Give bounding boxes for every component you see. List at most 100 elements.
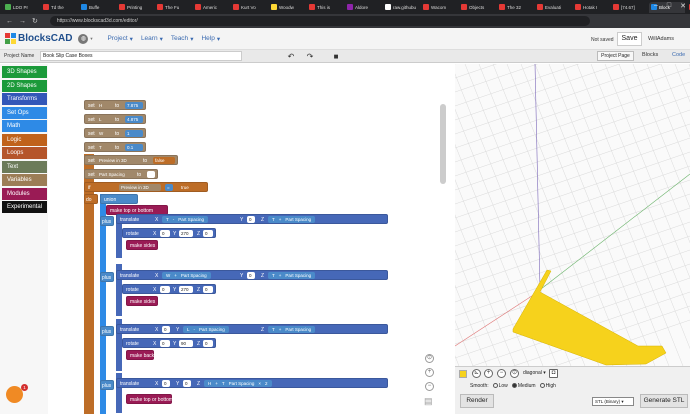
project-name-input[interactable]: Book Slip Case Boxes (40, 51, 242, 61)
category-logic[interactable]: Logic (2, 133, 47, 146)
browser-tab[interactable]: This is (307, 2, 343, 13)
minimize-icon[interactable]: – (654, 2, 658, 10)
project-page-button[interactable]: Project Page (597, 51, 634, 61)
reload-icon[interactable]: ↻ (32, 17, 38, 25)
camera-icon[interactable]: ◘ (549, 369, 558, 378)
category-3d-shapes[interactable]: 3D Shapes (2, 66, 47, 78)
variable-dropdown[interactable]: Preview in 3D (119, 184, 161, 191)
set-variable-block[interactable]: set Wto 1 (84, 128, 146, 138)
variable-dropdown[interactable]: W (97, 130, 111, 137)
set-variable-block[interactable]: set Tto 0.1 (84, 142, 146, 152)
variable-dropdown[interactable]: H (97, 102, 111, 109)
number-field[interactable]: 270 (179, 286, 193, 293)
browser-tab[interactable]: Americ (193, 2, 229, 13)
maximize-icon[interactable]: □ (667, 2, 671, 10)
browser-tab[interactable]: Aldore (345, 2, 381, 13)
math-expression[interactable]: L - Part Spacing (183, 326, 229, 333)
zoom-in-icon[interactable]: + (484, 369, 493, 378)
redo-icon[interactable]: ↷ (302, 51, 318, 61)
tab-blocks[interactable]: Blocks (642, 52, 658, 58)
plus-label[interactable]: plus (100, 216, 114, 226)
translate-block[interactable]: translate X 0 Y L - Part Spacing Z T + Part Spacin… (116, 324, 388, 334)
number-field[interactable]: 0 (203, 230, 213, 237)
smooth-low-radio[interactable]: Low (492, 383, 508, 389)
zoom-in-icon[interactable]: + (425, 368, 434, 377)
browser-tab[interactable]: raw.githubu (383, 2, 419, 13)
category-math[interactable]: Math (2, 120, 47, 132)
menu-project[interactable]: Project ▾ (107, 35, 133, 43)
smooth-high-radio[interactable]: High (539, 383, 556, 389)
module-call-make-sides[interactable]: make sides (126, 240, 158, 250)
number-field[interactable]: 0 (162, 326, 170, 333)
category-2d-shapes[interactable]: 2D Shapes (2, 79, 47, 92)
generate-stl-button[interactable]: Generate STL (640, 394, 688, 408)
operator-dropdown[interactable]: = (165, 184, 173, 191)
zoom-reset-icon[interactable]: ⊙ (425, 354, 434, 363)
plus-label[interactable]: plus (100, 326, 114, 336)
trash-icon[interactable]: ■ (330, 51, 342, 61)
math-expression[interactable]: T + Part Spacing (268, 272, 316, 279)
rotate-block[interactable]: rotate X 0 Y 90 Z 0 (122, 338, 216, 348)
number-field[interactable]: 0 (203, 340, 213, 347)
set-variable-block[interactable]: set Hto 7.875 (84, 100, 146, 110)
back-arrow-icon[interactable]: ← (6, 18, 13, 25)
user-menu[interactable]: WillAdams (648, 36, 674, 42)
browser-tab[interactable]: LDO Pr (3, 2, 39, 13)
number-field[interactable]: 0.1 (125, 144, 143, 151)
translate-block[interactable]: translate X 0 Y 0 Z H + T Part Spacing × 2 (116, 378, 388, 388)
smooth-medium-radio[interactable]: Medium (511, 383, 536, 389)
variable-dropdown[interactable]: Part Spacing (97, 171, 135, 178)
variable-dropdown[interactable]: L (97, 116, 111, 123)
union-block[interactable]: union (100, 194, 138, 204)
view-select[interactable]: diagonal ▾ (523, 370, 546, 376)
browser-tab[interactable]: Kurt Vo (231, 2, 267, 13)
plus-label[interactable]: plus (100, 380, 114, 390)
blockscad-logo[interactable]: BlocksCAD (4, 33, 72, 45)
math-expression[interactable]: T + Part Spacing (268, 326, 316, 333)
number-field[interactable]: 0 (160, 286, 170, 293)
category-set-ops[interactable]: Set Ops (2, 106, 47, 119)
math-expression[interactable]: W + Part Spacing (162, 272, 211, 279)
reset-view-icon[interactable]: ⊙ (510, 369, 519, 378)
address-field[interactable]: https://www.blockscad3d.com/editor/ (49, 16, 590, 26)
undo-icon[interactable]: ↶ (283, 51, 299, 61)
browser-tab[interactable]: The Fu (155, 2, 191, 13)
category-loops[interactable]: Loops (2, 147, 47, 159)
tab-code[interactable]: Code (672, 52, 685, 58)
menu-teach[interactable]: Teach ▾ (171, 35, 194, 43)
browser-tab[interactable]: [74.67] (611, 2, 647, 13)
math-expression[interactable]: T - Part Spacing (162, 216, 209, 223)
number-field[interactable]: 7.875 (125, 102, 143, 109)
browser-tab[interactable]: Woodw (269, 2, 305, 13)
set-variable-block[interactable]: set Lto 4.875 (84, 114, 146, 124)
variable-dropdown[interactable]: Preview in 3D (97, 157, 139, 164)
render-button[interactable]: Render (460, 394, 494, 408)
browser-tab[interactable]: The 32 (497, 2, 533, 13)
number-field[interactable]: 0 (247, 272, 255, 279)
zoom-out-icon[interactable]: − (425, 382, 434, 391)
workspace-trash-icon[interactable]: ▤ (424, 396, 433, 407)
menu-help[interactable]: Help ▾ (201, 35, 220, 43)
number-field[interactable]: 0 (203, 286, 213, 293)
category-modules[interactable]: Modules (2, 187, 47, 200)
browser-tab[interactable]: Printing (117, 2, 153, 13)
globe-icon[interactable]: ◍ (78, 33, 89, 44)
number-field[interactable]: 270 (179, 230, 193, 237)
number-field[interactable]: 0 (160, 230, 170, 237)
menu-learn[interactable]: Learn ▾ (141, 35, 163, 43)
category-text[interactable]: Text (2, 160, 47, 173)
save-button[interactable]: Save (617, 32, 642, 46)
browser-tab[interactable]: Hotak I (573, 2, 609, 13)
zoom-out-icon[interactable]: − (497, 369, 506, 378)
number-field[interactable]: 0 (162, 380, 170, 387)
blocks-workspace[interactable]: set Hto 7.875 set Lto 4.875 set Wto 1 set Tto 0.1 se… (48, 64, 455, 414)
browser-tab[interactable]: Td the (41, 2, 77, 13)
math-expression[interactable]: H + T Part Spacing × 2 (204, 380, 272, 387)
do-label[interactable]: do (84, 194, 98, 204)
translate-block[interactable]: translate X T - Part Spacing Y 0 Z T + Part Spacin… (116, 214, 388, 224)
category-experimental[interactable]: Experimental (2, 201, 47, 213)
number-field[interactable]: 0 (183, 380, 191, 387)
module-call-make-sides[interactable]: make sides (126, 296, 158, 306)
math-expression[interactable]: T + Part Spacing (268, 216, 316, 223)
category-variables[interactable]: Variables (2, 174, 47, 186)
